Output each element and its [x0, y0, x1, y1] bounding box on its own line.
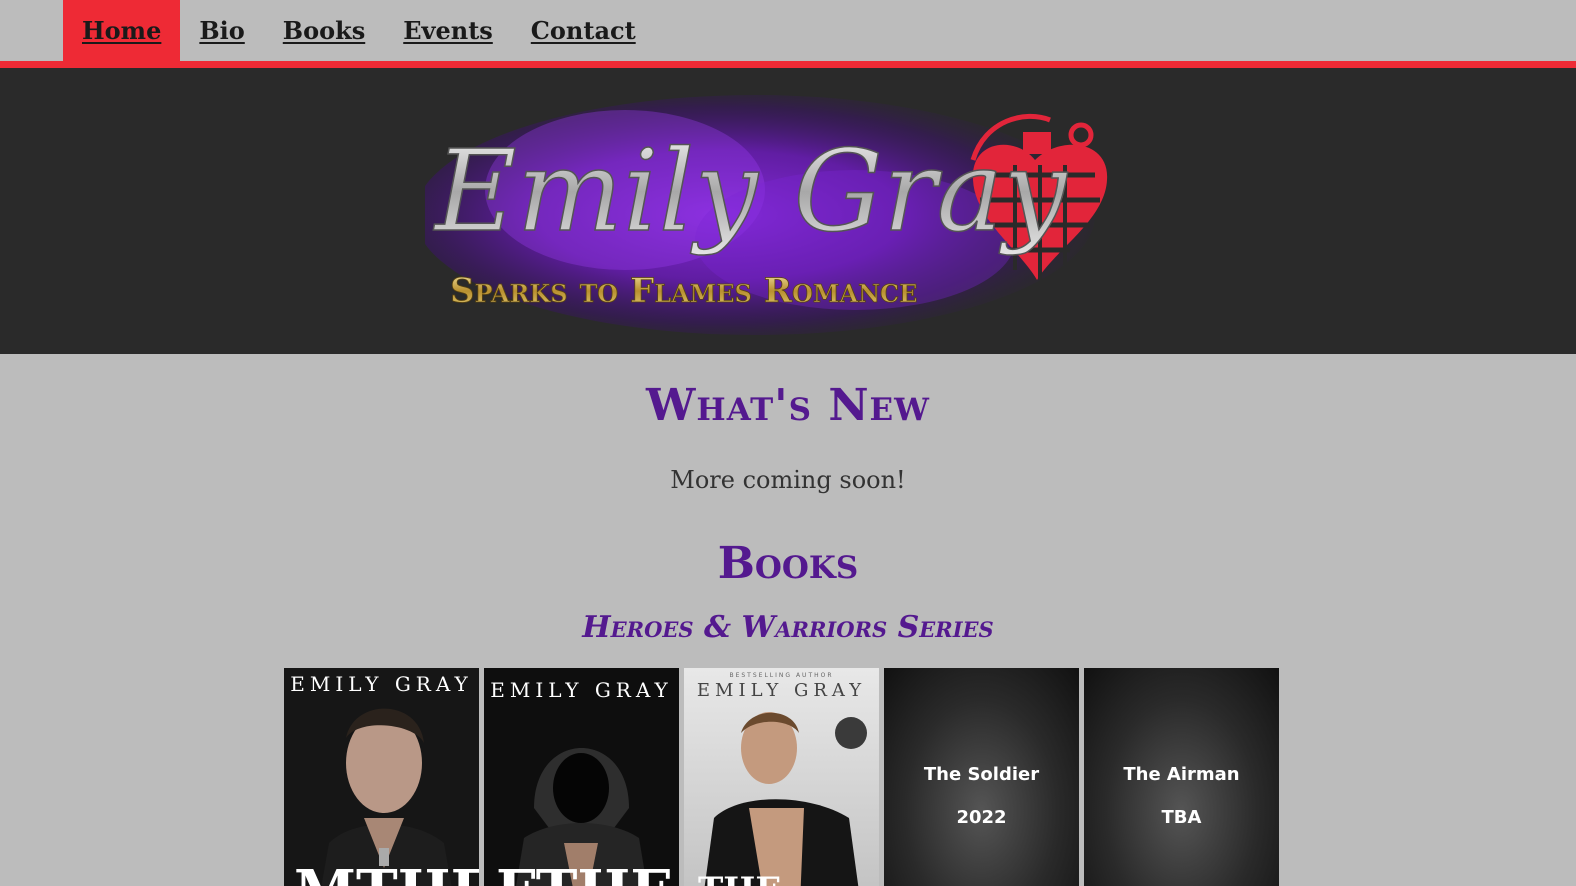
nav-link-home[interactable]: Home [82, 16, 161, 45]
placeholder-title-5: The Airman [1123, 764, 1240, 785]
placeholder-status-4: 2022 [956, 807, 1007, 828]
book-cover-1[interactable]: EMILY GRAY MTHE [284, 668, 479, 886]
nav-link-bio[interactable]: Bio [199, 16, 244, 45]
book-cover-5[interactable]: The Airman TBA [1084, 668, 1279, 886]
book-cover-4[interactable]: The Soldier 2022 [884, 668, 1079, 886]
nav-item-events: Events [384, 0, 512, 61]
cover-author-3: EMILY GRAY [696, 680, 867, 701]
book-list: EMILY GRAY MTHE EMILY GRAY FTHE [284, 668, 1279, 886]
nav-accent-bar [0, 61, 1576, 68]
site-logo[interactable]: Emily Gray Sparks to Flames Romance [425, 80, 1150, 350]
series-heading: Heroes & Warriors Series [582, 610, 994, 645]
logo-tagline: Sparks to Flames Romance [450, 271, 917, 311]
placeholder-status-5: TBA [1161, 807, 1202, 828]
nav-link-books[interactable]: Books [283, 16, 365, 45]
nav-link-events[interactable]: Events [403, 16, 493, 45]
top-nav: Home Bio Books Events Contact [0, 0, 1576, 61]
cover-author-1: EMILY GRAY [290, 672, 473, 696]
logo-title: Emily Gray [433, 127, 1068, 257]
cover-photo-1 [284, 668, 479, 886]
cover-author-2: EMILY GRAY [490, 678, 673, 702]
nav-list: Home Bio Books Events Contact [63, 0, 655, 61]
cover-title-3: THE [698, 873, 781, 886]
cover-kicker-3: BESTSELLING AUTHOR [729, 672, 834, 679]
nav-item-contact: Contact [512, 0, 655, 61]
cover-title-2: FTHE [496, 863, 673, 886]
book-cover-3[interactable]: BESTSELLING AUTHOR EMILY GRAY THE [684, 668, 879, 886]
cover-title-1: MTHE [294, 863, 479, 886]
whats-new-heading: What's New [646, 380, 930, 431]
placeholder-title-4: The Soldier [923, 764, 1040, 785]
nav-item-home: Home [63, 0, 181, 61]
nav-link-contact[interactable]: Contact [531, 16, 636, 45]
whats-new-text: More coming soon! [670, 466, 906, 494]
nav-item-books: Books [264, 0, 384, 61]
books-heading: Books [717, 538, 859, 589]
nav-item-bio: Bio [180, 0, 263, 61]
site-header: Emily Gray Sparks to Flames Romance [0, 68, 1576, 354]
book-cover-2[interactable]: EMILY GRAY FTHE [484, 668, 679, 886]
